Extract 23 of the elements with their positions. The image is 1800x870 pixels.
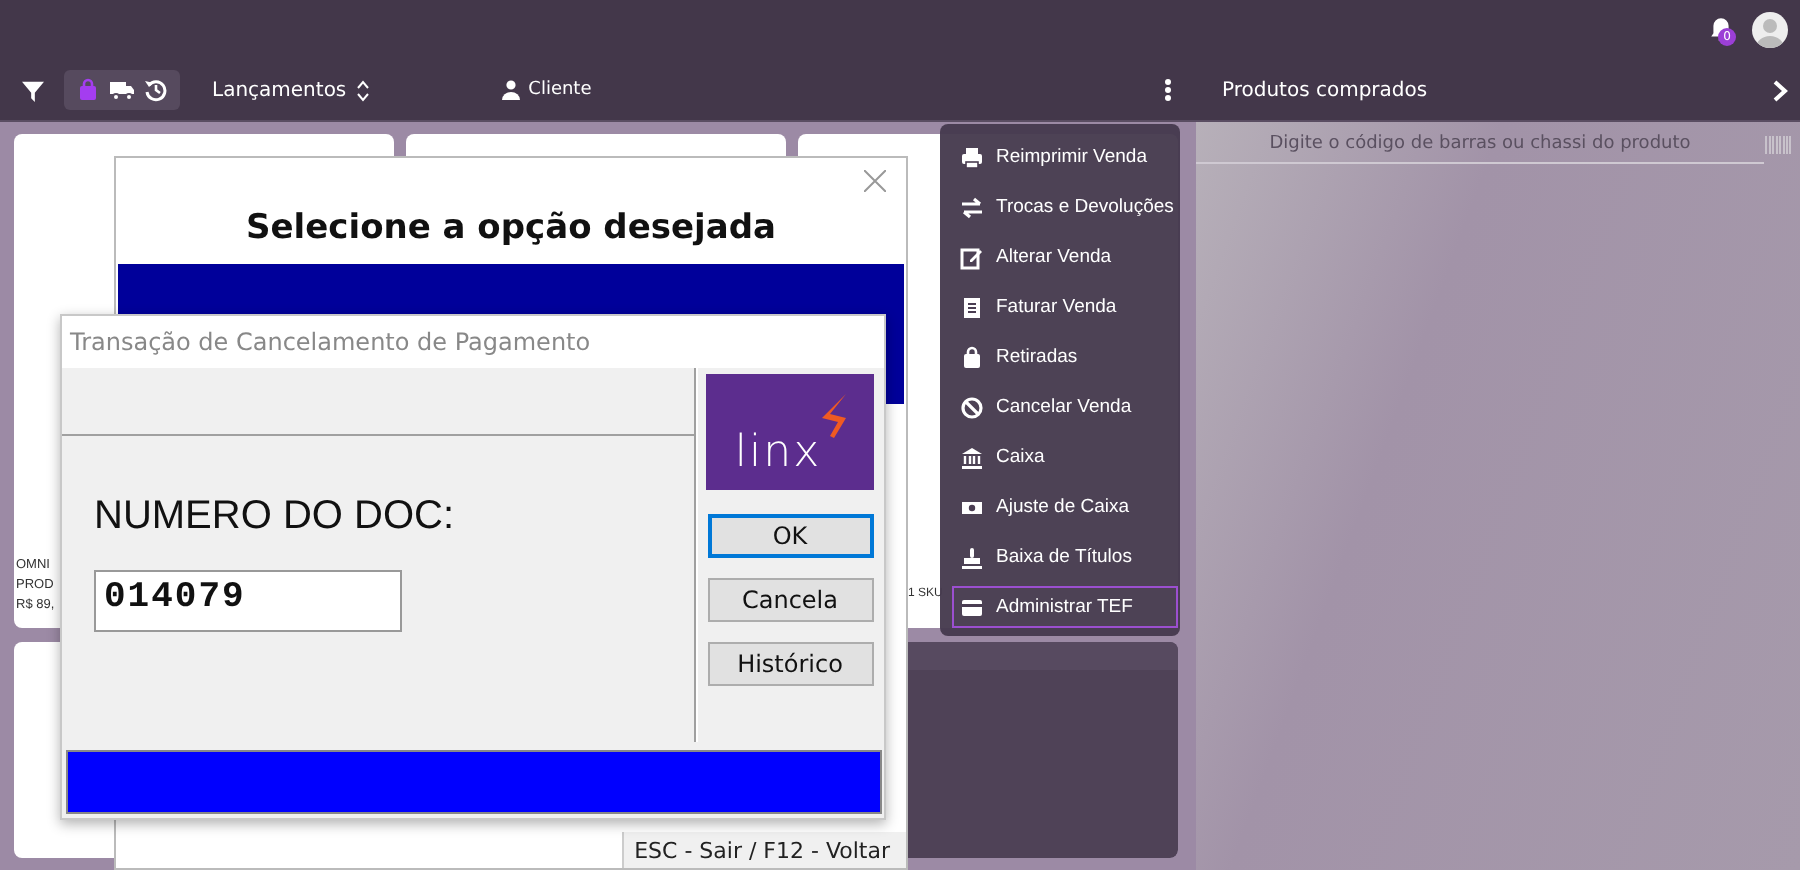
dialog-button[interactable]: OK	[707, 514, 873, 558]
panel-title: Produtos comprados	[1222, 79, 1428, 101]
dialog-button[interactable]: Histórico	[707, 642, 873, 686]
menu-item[interactable]: Administrar TEF	[952, 586, 1178, 628]
menu-item[interactable]: Cancelar Venda	[952, 386, 1178, 428]
customer-label[interactable]: Cliente	[528, 80, 592, 100]
logo: linx	[706, 374, 874, 490]
document-number-field[interactable]: 014079	[94, 570, 402, 632]
sort-label[interactable]: Lançamentos	[212, 79, 347, 101]
menu-item[interactable]: Ajuste de Caixa	[952, 486, 1178, 528]
menu-item[interactable]: Alterar Venda	[952, 236, 1178, 278]
field-label: NUMERO DO DOC:	[94, 494, 456, 540]
window-title: Transação de Cancelamento de Pagamento	[62, 316, 884, 368]
menu-item[interactable]: Trocas e Devoluções	[952, 186, 1178, 228]
dialog-button[interactable]: Cancela	[707, 578, 873, 622]
menu-item[interactable]: Faturar Venda	[952, 286, 1178, 328]
menu-item[interactable]: Retiradas	[952, 336, 1178, 378]
status-text: ESC - Sair / F12 - Voltar	[622, 832, 906, 868]
menu-item[interactable]: Baixa de Títulos	[952, 536, 1178, 578]
menu-item[interactable]: Caixa	[952, 436, 1178, 478]
menu-item[interactable]: Reimprimir Venda	[952, 136, 1178, 178]
barcode-search-field[interactable]: Digite o código de barras ou chassi do produto	[1196, 124, 1764, 164]
dialog-title: Selecione a opção desejada	[244, 208, 778, 248]
